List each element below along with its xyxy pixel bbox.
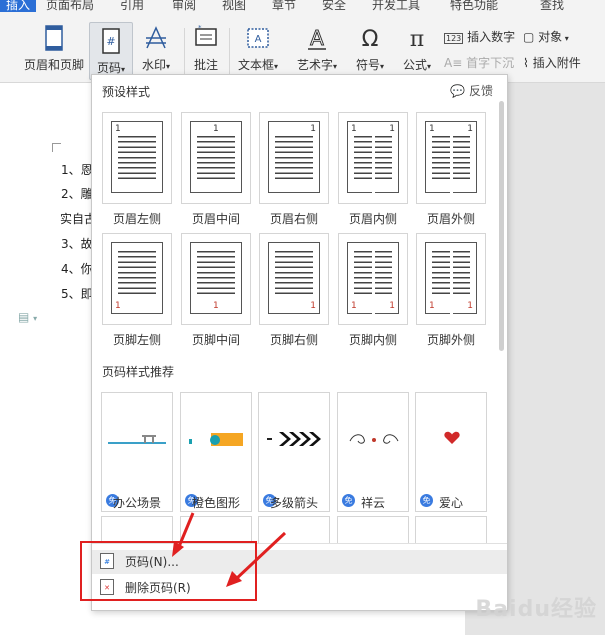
orange-shape-icon <box>189 433 243 446</box>
header-left-thumb[interactable]: 1 <box>102 112 172 204</box>
footer-outside-label: 页脚外侧 <box>426 333 475 347</box>
style-heart-label: 爱心 <box>438 496 463 510</box>
style-thumb-partial[interactable] <box>415 516 487 546</box>
formula-button[interactable]: π 公式▾ <box>398 24 436 73</box>
drop-cap-button[interactable]: A≡ 首字下沉 <box>444 54 514 71</box>
footer-right-label: 页脚右侧 <box>269 333 318 347</box>
header-inside-thumb[interactable]: 11 <box>338 112 408 204</box>
header-center-thumb[interactable]: 1 <box>181 112 251 204</box>
document-line[interactable]: 4、你 <box>61 260 93 277</box>
object-icon: ▢ <box>523 30 535 44</box>
watermark-logo: Baidu经验 <box>475 597 597 622</box>
feedback-button[interactable]: 💬 反馈 <box>450 82 493 99</box>
menu-bar: 插入 页面布局 引用 审阅 视图 章节 安全 开发工具 特色功能 查找 <box>0 0 605 12</box>
menu-view[interactable]: 视图 <box>222 0 246 12</box>
svg-text:A: A <box>310 26 324 50</box>
paperclip-icon: ⌇ <box>523 56 529 70</box>
chevron-down-icon: ▾ <box>166 62 171 71</box>
preset-styles-title: 预设样式 <box>102 85 151 99</box>
header-left-label: 页眉左侧 <box>112 212 161 226</box>
header-right-thumb[interactable]: 1 <box>259 112 329 204</box>
footer-left-label: 页脚左侧 <box>112 333 161 347</box>
menu-security[interactable]: 安全 <box>322 0 346 12</box>
attachment-button[interactable]: ⌇ 插入附件 <box>523 54 581 71</box>
office-scene-icon <box>108 435 166 444</box>
header-inside-label: 页眉内侧 <box>348 212 397 226</box>
menu-developer[interactable]: 开发工具 <box>372 0 420 12</box>
object-button[interactable]: ▢ 对象 ▾ <box>523 28 569 45</box>
watermark-button[interactable]: 水印▾ <box>136 24 176 73</box>
document-line[interactable]: 5、即 <box>61 285 93 302</box>
divider <box>229 28 230 74</box>
recommended-styles-title: 页码样式推荐 <box>102 365 175 379</box>
cloud-swirl-icon <box>349 434 399 444</box>
annotation-arrows <box>172 512 287 587</box>
document-line[interactable]: 1、恩 <box>61 161 93 178</box>
header-right-label: 页眉右侧 <box>269 212 318 226</box>
page-number-button[interactable]: # 页码▾ <box>89 22 133 80</box>
footer-inside-label: 页脚内侧 <box>348 333 397 347</box>
comment-button[interactable]: * 批注 <box>190 24 222 73</box>
header-footer-icon <box>45 25 63 51</box>
footer-right-thumb[interactable]: 1 <box>259 233 329 325</box>
chevron-down-icon: ▾ <box>562 34 569 43</box>
svg-text:#: # <box>106 35 115 48</box>
style-auspicious-cloud-label: 祥云 <box>360 496 385 510</box>
header-outside-thumb[interactable]: 11 <box>416 112 486 204</box>
drop-cap-icon: A≡ <box>444 56 463 70</box>
paragraph-icon[interactable]: ▤ ▾ <box>18 310 37 324</box>
menu-page-layout[interactable]: 页面布局 <box>46 0 94 12</box>
header-outside-label: 页眉外侧 <box>426 212 475 226</box>
document-line[interactable]: 2、雕 <box>61 185 93 202</box>
footer-center-thumb[interactable]: 1 <box>181 233 251 325</box>
footer-inside-thumb[interactable]: 11 <box>338 233 408 325</box>
chevron-down-icon: ▾ <box>333 62 338 71</box>
chevron-down-icon: ▾ <box>121 65 126 74</box>
textbox-icon: A <box>247 28 269 48</box>
omega-icon: Ω <box>362 27 379 52</box>
menu-chapter[interactable]: 章节 <box>272 0 296 12</box>
wordart-icon: A <box>308 26 326 51</box>
chevron-down-icon: ▾ <box>380 62 385 71</box>
header-footer-button[interactable]: 页眉和页脚 <box>22 24 86 73</box>
header-center-label: 页眉中间 <box>191 212 240 226</box>
heart-icon <box>444 431 460 444</box>
insert-number-button[interactable]: 123 插入数字 <box>444 28 515 45</box>
svg-text:*: * <box>198 24 202 32</box>
style-thumb-partial[interactable] <box>337 516 409 546</box>
textbox-button[interactable]: A 文本框▾ <box>236 24 280 73</box>
chevron-down-icon: ▾ <box>427 62 432 71</box>
menu-special[interactable]: 特色功能 <box>450 0 498 12</box>
footer-left-thumb[interactable]: 1 <box>102 233 172 325</box>
svg-text:π: π <box>410 27 424 52</box>
chat-icon: 💬 <box>450 84 466 98</box>
divider <box>184 28 185 74</box>
menu-insert[interactable]: 插入 <box>0 0 37 12</box>
document-line[interactable]: 3、故 <box>61 235 93 252</box>
menu-find[interactable]: 查找 <box>540 0 564 12</box>
chevron-down-icon: ▾ <box>274 62 279 71</box>
page-number-icon: # <box>102 28 120 54</box>
wordart-button[interactable]: A 艺术字▾ <box>293 24 341 73</box>
footer-outside-thumb[interactable]: 11 <box>416 233 486 325</box>
svg-text:Ω: Ω <box>362 27 379 52</box>
comment-icon: * <box>195 24 217 46</box>
menu-references[interactable]: 引用 <box>120 0 144 12</box>
ribbon-toolbar: 页眉和页脚 # 页码▾ 水印▾ * 批注 A 文本框▾ A 艺术字▾ Ω 符号▾… <box>0 12 605 83</box>
footer-center-label: 页脚中间 <box>191 333 240 347</box>
scrollbar[interactable] <box>499 101 504 351</box>
menu-review[interactable]: 审阅 <box>172 0 196 12</box>
svg-text:A: A <box>255 34 262 45</box>
number-icon: 123 <box>444 33 464 44</box>
arrow-chevrons-icon <box>267 432 321 446</box>
margin-corner-mark <box>52 143 61 152</box>
symbol-button[interactable]: Ω 符号▾ <box>352 24 388 73</box>
pi-icon: π <box>410 27 424 52</box>
watermark-icon <box>146 26 166 49</box>
